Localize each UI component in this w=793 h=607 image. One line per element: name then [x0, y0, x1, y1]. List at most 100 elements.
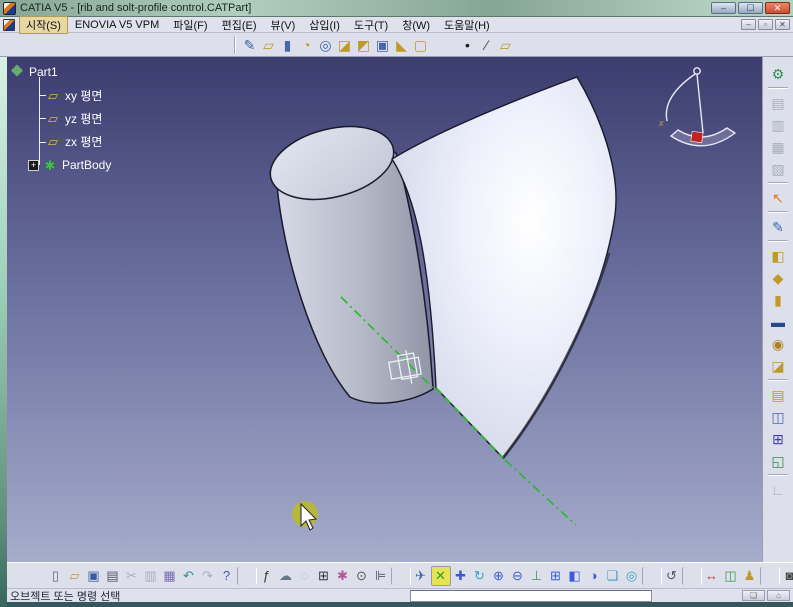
rib-icon[interactable]: ◩: [354, 35, 373, 54]
separator: [768, 211, 788, 213]
rectangular-pattern-icon[interactable]: ⊞: [768, 428, 789, 449]
redo-icon[interactable]: ↷: [199, 567, 217, 585]
comment-icon[interactable]: ☁: [277, 567, 295, 585]
right-toolbar: ⚙▤▥▦▧↖✎◧◆▮▬◉◪▤◫⊞◱∟: [762, 57, 793, 562]
dialog-restore-button[interactable]: ⌂: [767, 590, 790, 601]
formula-icon[interactable]: ƒ: [258, 567, 276, 585]
drafted-pad-icon[interactable]: ◆: [768, 267, 789, 288]
fit-all-in-icon[interactable]: ✕: [431, 566, 451, 586]
open-catalog-icon[interactable]: ▥: [768, 114, 789, 135]
node-label: zx 평면: [65, 133, 102, 150]
shaft-icon[interactable]: ◔: [297, 35, 316, 54]
paste-icon[interactable]: ▦: [161, 567, 179, 585]
menu-view[interactable]: 뷰(V): [263, 16, 302, 34]
tree-item-partbody[interactable]: + ✱ PartBody: [8, 154, 208, 177]
menu-help[interactable]: 도움말(H): [437, 16, 497, 34]
pads-icon[interactable]: ▮: [278, 35, 297, 54]
zoom-out-icon[interactable]: ⊖: [509, 567, 527, 585]
update-icon[interactable]: ⚙: [768, 63, 789, 84]
turntable-icon[interactable]: ↺: [663, 567, 681, 585]
tree-item-zx-plane[interactable]: ▱ zx 평면: [8, 130, 208, 153]
capture-icon[interactable]: ◙: [781, 567, 793, 585]
apply-material-icon[interactable]: ◉: [768, 333, 789, 354]
tree-item-yz-plane[interactable]: ▱ yz 평면: [8, 107, 208, 130]
undo-icon[interactable]: ↶: [180, 567, 198, 585]
sketcher-icon[interactable]: ✎: [240, 35, 259, 54]
mdi-close-button[interactable]: ✕: [775, 19, 790, 30]
separator: [237, 567, 257, 585]
save-icon[interactable]: ▣: [85, 567, 103, 585]
shell-icon[interactable]: ▤: [768, 384, 789, 405]
plane-icon[interactable]: ▱: [496, 35, 515, 54]
iso-view-icon[interactable]: ◧: [566, 567, 584, 585]
scaling-icon[interactable]: ◱: [768, 450, 789, 471]
shell-icon[interactable]: ▢: [411, 35, 430, 54]
knowledge-inspector-icon[interactable]: ◌: [296, 567, 314, 585]
menu-tools[interactable]: 도구(T): [347, 16, 395, 34]
mdi-minimize-button[interactable]: –: [741, 19, 756, 30]
lock-icon[interactable]: ⊙: [353, 567, 371, 585]
measure-item-icon[interactable]: ◫: [722, 567, 740, 585]
hole-icon[interactable]: ◎: [316, 35, 335, 54]
multi-view-icon[interactable]: ⊞: [547, 567, 565, 585]
maximize-button[interactable]: ☐: [738, 2, 763, 14]
template-tree-icon[interactable]: ✱: [334, 567, 352, 585]
new-document-icon[interactable]: ▯: [47, 567, 65, 585]
whats-this-icon[interactable]: ?: [218, 567, 236, 585]
tree-item-xy-plane[interactable]: ▱ xy 평면: [8, 83, 208, 106]
viewport-3d[interactable]: x ❖ Part1: [0, 57, 762, 562]
mirror-icon[interactable]: ◫: [768, 406, 789, 427]
pad-icon[interactable]: ◧: [768, 245, 789, 266]
node-label: yz 평면: [65, 110, 102, 127]
swept-surface[interactable]: [392, 77, 616, 458]
close-button[interactable]: ✕: [765, 2, 790, 14]
menu-start[interactable]: 시작(S): [19, 16, 68, 34]
draft-angle-icon[interactable]: ◣: [392, 35, 411, 54]
render-style-icon[interactable]: ◑: [585, 567, 603, 585]
design-table-icon[interactable]: ⊞: [315, 567, 333, 585]
separator: [768, 182, 788, 184]
normal-view-icon[interactable]: ⊥: [528, 567, 546, 585]
power-input-toggle-button[interactable]: ❏: [742, 590, 765, 601]
point-icon[interactable]: •: [458, 35, 477, 54]
cut-icon[interactable]: ✂: [123, 567, 141, 585]
pocket-icon[interactable]: ◪: [335, 35, 354, 54]
copy-icon[interactable]: ▧: [768, 158, 789, 179]
measure-between-icon[interactable]: ↔: [703, 567, 721, 585]
chamfer-icon[interactable]: ◪: [768, 355, 789, 376]
catalog-icon[interactable]: ▤: [768, 92, 789, 113]
hide-show-icon[interactable]: ❏: [604, 567, 622, 585]
menu-file[interactable]: 파일(F): [166, 16, 214, 34]
open-folder-icon[interactable]: ▱: [66, 567, 84, 585]
zoom-in-icon[interactable]: ⊕: [490, 567, 508, 585]
paste-icon[interactable]: ▦: [768, 136, 789, 157]
line-icon[interactable]: ∕: [477, 35, 496, 54]
sketch-with-profile-icon[interactable]: ▱: [259, 35, 278, 54]
measure-inertia-icon[interactable]: ♟: [741, 567, 759, 585]
compass[interactable]: x: [658, 68, 735, 146]
copy-icon[interactable]: ▥: [142, 567, 160, 585]
mouse-cursor: [292, 501, 318, 530]
menu-edit[interactable]: 편집(E): [215, 16, 264, 34]
fly-mode-icon[interactable]: ✈: [412, 567, 430, 585]
print-icon[interactable]: ▤: [104, 567, 122, 585]
constraint-icon[interactable]: ∟: [768, 479, 789, 500]
swap-space-icon[interactable]: ◎: [623, 567, 641, 585]
status-bar: 오브젝트 또는 명령 선택 ❏⌂: [0, 588, 793, 602]
rotate-icon[interactable]: ↻: [471, 567, 489, 585]
menu-insert[interactable]: 삽입(I): [302, 16, 347, 34]
multi-pad-icon[interactable]: ▮: [768, 289, 789, 310]
fillet-icon[interactable]: ▣: [373, 35, 392, 54]
tree-item-part1[interactable]: ❖ Part1: [8, 60, 208, 83]
pan-icon[interactable]: ✚: [452, 567, 470, 585]
menu-window[interactable]: 창(W): [395, 16, 437, 34]
relations-icon[interactable]: ⊫: [372, 567, 390, 585]
minimize-button[interactable]: –: [711, 2, 736, 14]
mdi-restore-button[interactable]: ▫: [758, 19, 773, 30]
menu-enovia[interactable]: ENOVIA V5 VPM: [68, 18, 166, 32]
power-input-field[interactable]: [410, 590, 652, 602]
expander-icon[interactable]: +: [28, 160, 39, 171]
sketcher-icon[interactable]: ✎: [768, 216, 789, 237]
select-icon[interactable]: ↖: [768, 187, 789, 208]
features-book-icon[interactable]: ▬: [768, 311, 789, 332]
